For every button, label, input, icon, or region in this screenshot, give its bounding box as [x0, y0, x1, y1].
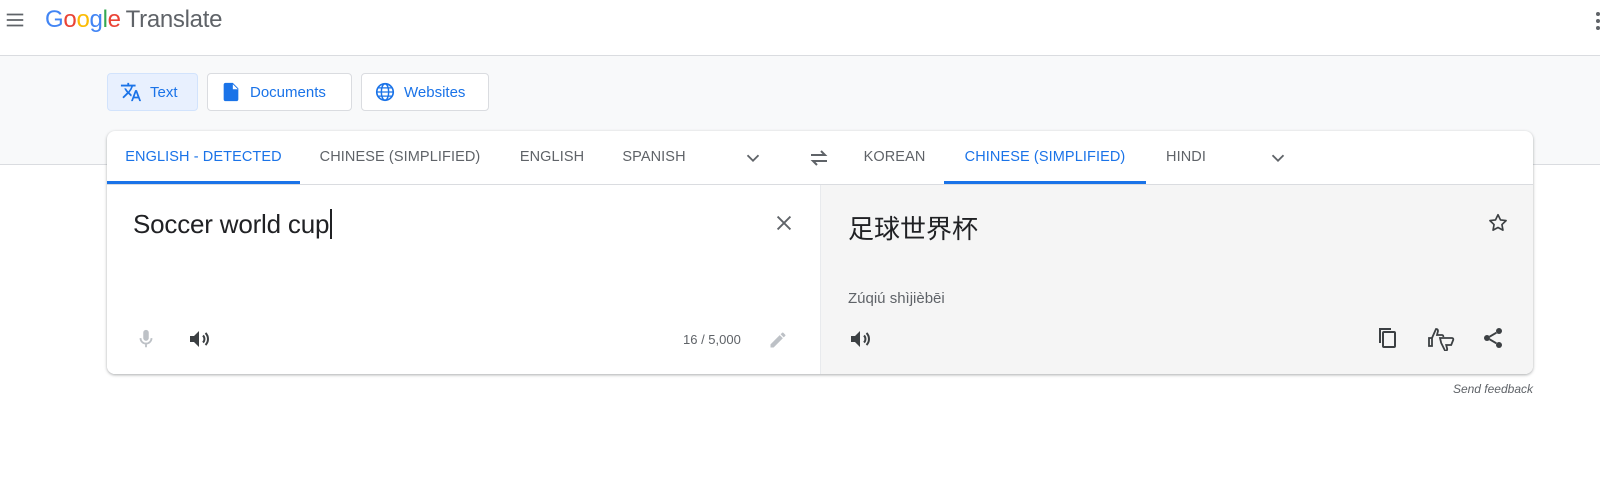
source-lang-more-chevron-down-icon[interactable]: [742, 147, 764, 169]
hamburger-menu-icon[interactable]: [4, 9, 26, 31]
globe-icon: [375, 82, 395, 102]
documents-mode-button[interactable]: Documents: [207, 73, 352, 111]
save-translation-star-icon[interactable]: [1487, 212, 1509, 234]
target-lang-tab-chinese-simplified[interactable]: Chinese (Simplified): [944, 131, 1146, 184]
send-feedback-link[interactable]: Send feedback: [1400, 382, 1533, 396]
logo-letter: o: [76, 6, 90, 33]
text-mode-label: Text: [150, 83, 178, 101]
source-lang-tab-detected[interactable]: English - Detected: [107, 131, 300, 184]
product-name: Translate: [125, 6, 223, 33]
documents-mode-label: Documents: [250, 83, 326, 101]
app-header: Google Translate: [0, 0, 1600, 56]
source-lang-tab-chinese-simplified[interactable]: Chinese (Simplified): [300, 131, 500, 184]
rate-translation-thumbs-icon[interactable]: [1426, 325, 1456, 351]
transliteration-text: Zúqiú shìjièbēi: [848, 290, 945, 307]
text-mode-button[interactable]: Text: [107, 73, 198, 111]
source-pane: Soccer world cup 16 / 5,000: [107, 185, 820, 374]
source-text-input[interactable]: Soccer world cup: [133, 209, 332, 240]
translation-card: English - Detected Chinese (Simplified) …: [107, 131, 1533, 374]
target-listen-speaker-icon[interactable]: [848, 327, 872, 351]
logo-letter: G: [45, 6, 64, 33]
google-translate-logo[interactable]: Google Translate: [45, 6, 222, 34]
logo-letter: g: [89, 6, 103, 33]
target-lang-tab-korean[interactable]: Korean: [848, 131, 941, 184]
target-pane: 足球世界杯 Zúqiú shìjièbēi: [820, 185, 1533, 374]
target-lang-more-chevron-down-icon[interactable]: [1267, 147, 1289, 169]
translation-output: 足球世界杯: [848, 215, 979, 245]
source-listen-speaker-icon[interactable]: [187, 327, 211, 351]
source-lang-tab-english[interactable]: English: [502, 131, 602, 184]
text-caret: [330, 209, 332, 239]
pencil-icon[interactable]: [768, 330, 788, 350]
target-lang-tab-hindi[interactable]: Hindi: [1146, 131, 1226, 184]
logo-letter: o: [63, 6, 77, 33]
document-icon: [223, 82, 239, 102]
source-lang-tab-spanish[interactable]: Spanish: [602, 131, 706, 184]
websites-mode-label: Websites: [404, 83, 466, 101]
language-bar: English - Detected Chinese (Simplified) …: [107, 131, 1533, 185]
websites-mode-button[interactable]: Websites: [361, 73, 489, 111]
share-translation-icon[interactable]: [1481, 326, 1505, 350]
source-text: Soccer world cup: [133, 209, 330, 239]
microphone-icon[interactable]: [135, 327, 157, 351]
swap-languages-icon[interactable]: [807, 146, 831, 170]
character-count: 16 / 5,000: [683, 332, 741, 347]
copy-translation-icon[interactable]: [1375, 326, 1399, 350]
more-options-icon[interactable]: [1592, 10, 1600, 32]
clear-text-close-icon[interactable]: [773, 212, 795, 234]
translate-icon: [120, 82, 142, 102]
logo-letter: e: [107, 6, 121, 33]
